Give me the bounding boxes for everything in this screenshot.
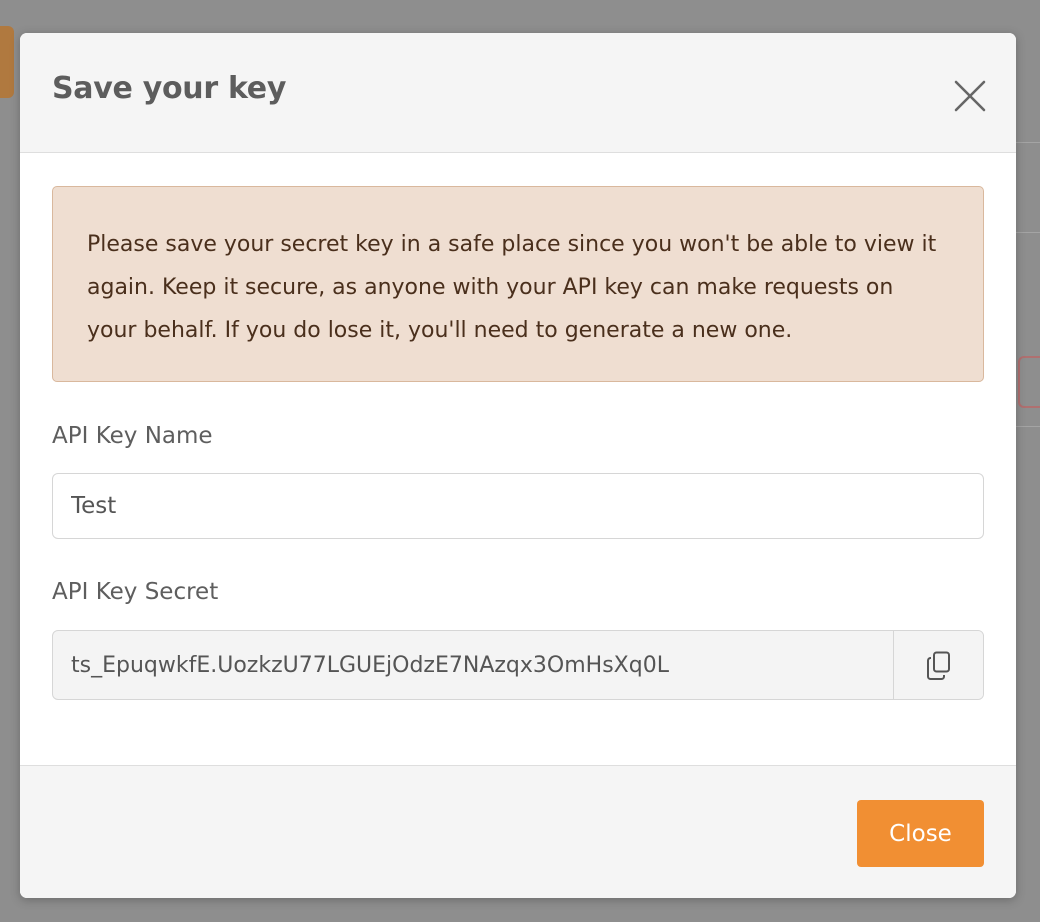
- save-key-modal: Save your key Please save your secret ke…: [20, 33, 1016, 898]
- api-key-name-label: API Key Name: [52, 423, 213, 449]
- modal-header: Save your key: [20, 33, 1016, 153]
- api-key-secret-group: [52, 630, 984, 700]
- api-key-secret-input[interactable]: [53, 631, 893, 699]
- background-accent-tab: [0, 26, 14, 98]
- warning-alert: Please save your secret key in a safe pl…: [52, 186, 984, 382]
- background-button-fragment: [1018, 356, 1040, 408]
- background-divider: [1016, 142, 1040, 143]
- close-icon: [954, 80, 986, 112]
- close-button[interactable]: Close: [857, 800, 984, 867]
- modal-close-button[interactable]: [950, 76, 990, 116]
- copy-icon: [927, 651, 950, 680]
- api-key-secret-label: API Key Secret: [52, 579, 219, 605]
- background-divider: [1016, 426, 1040, 427]
- modal-title: Save your key: [52, 71, 287, 106]
- background-divider: [1016, 232, 1040, 233]
- api-key-name-input[interactable]: [52, 473, 984, 539]
- copy-secret-button[interactable]: [893, 631, 983, 699]
- modal-footer: Close: [20, 765, 1016, 898]
